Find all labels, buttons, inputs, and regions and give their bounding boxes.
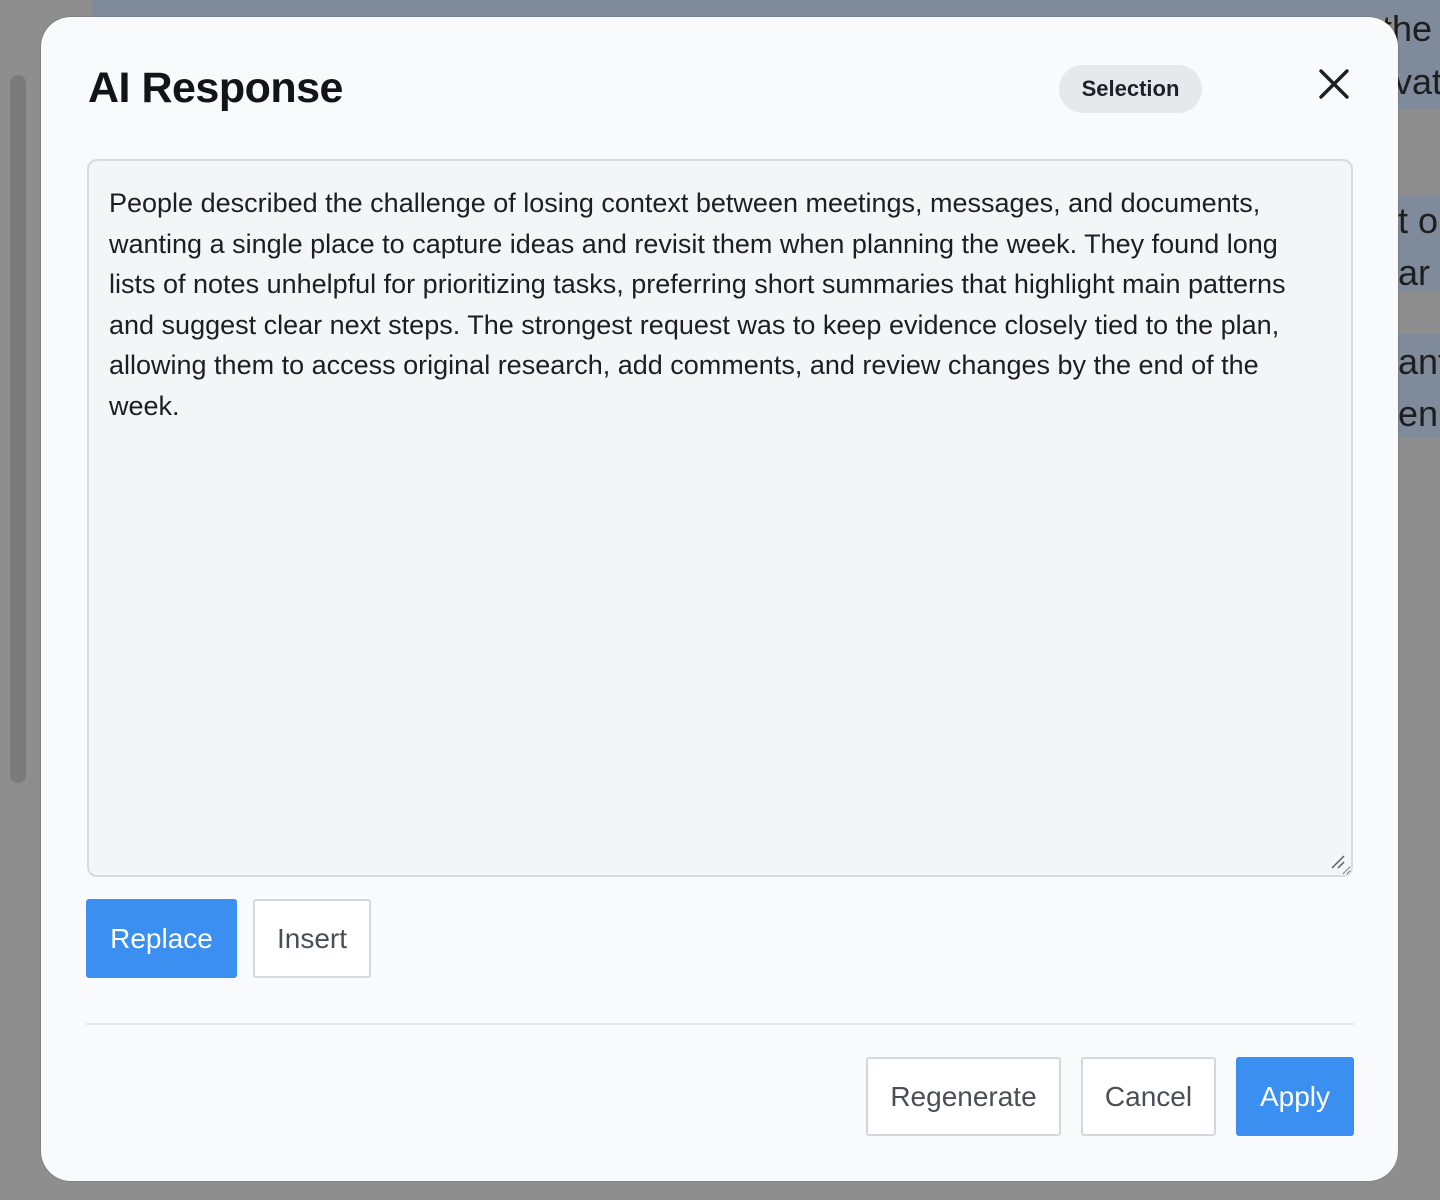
background-text-fragment: t o: [1398, 200, 1439, 241]
response-textarea[interactable]: People described the challenge of losing…: [87, 159, 1353, 877]
close-icon: [1319, 69, 1349, 99]
background-scrollbar[interactable]: [10, 75, 26, 783]
dialog-title: AI Response: [88, 64, 343, 112]
background-text-fragment: ar: [1398, 252, 1431, 293]
resize-handle-icon[interactable]: [1329, 853, 1345, 869]
close-button[interactable]: [1313, 63, 1355, 105]
footer-divider: [86, 1023, 1354, 1025]
background-text-fragment: en: [1398, 393, 1439, 434]
background-text-fragment: ant: [1398, 341, 1440, 382]
insert-button[interactable]: Insert: [253, 899, 371, 978]
regenerate-button[interactable]: Regenerate: [866, 1057, 1061, 1136]
background-text-fragment: vat: [1394, 61, 1440, 102]
response-text: People described the challenge of losing…: [109, 188, 1286, 421]
replace-button[interactable]: Replace: [86, 899, 237, 978]
cancel-button[interactable]: Cancel: [1081, 1057, 1216, 1136]
ai-response-dialog: AI Response Selection People described t…: [41, 17, 1398, 1181]
background-highlight: [92, 0, 1440, 18]
apply-button[interactable]: Apply: [1236, 1057, 1354, 1136]
selection-badge: Selection: [1059, 65, 1202, 113]
